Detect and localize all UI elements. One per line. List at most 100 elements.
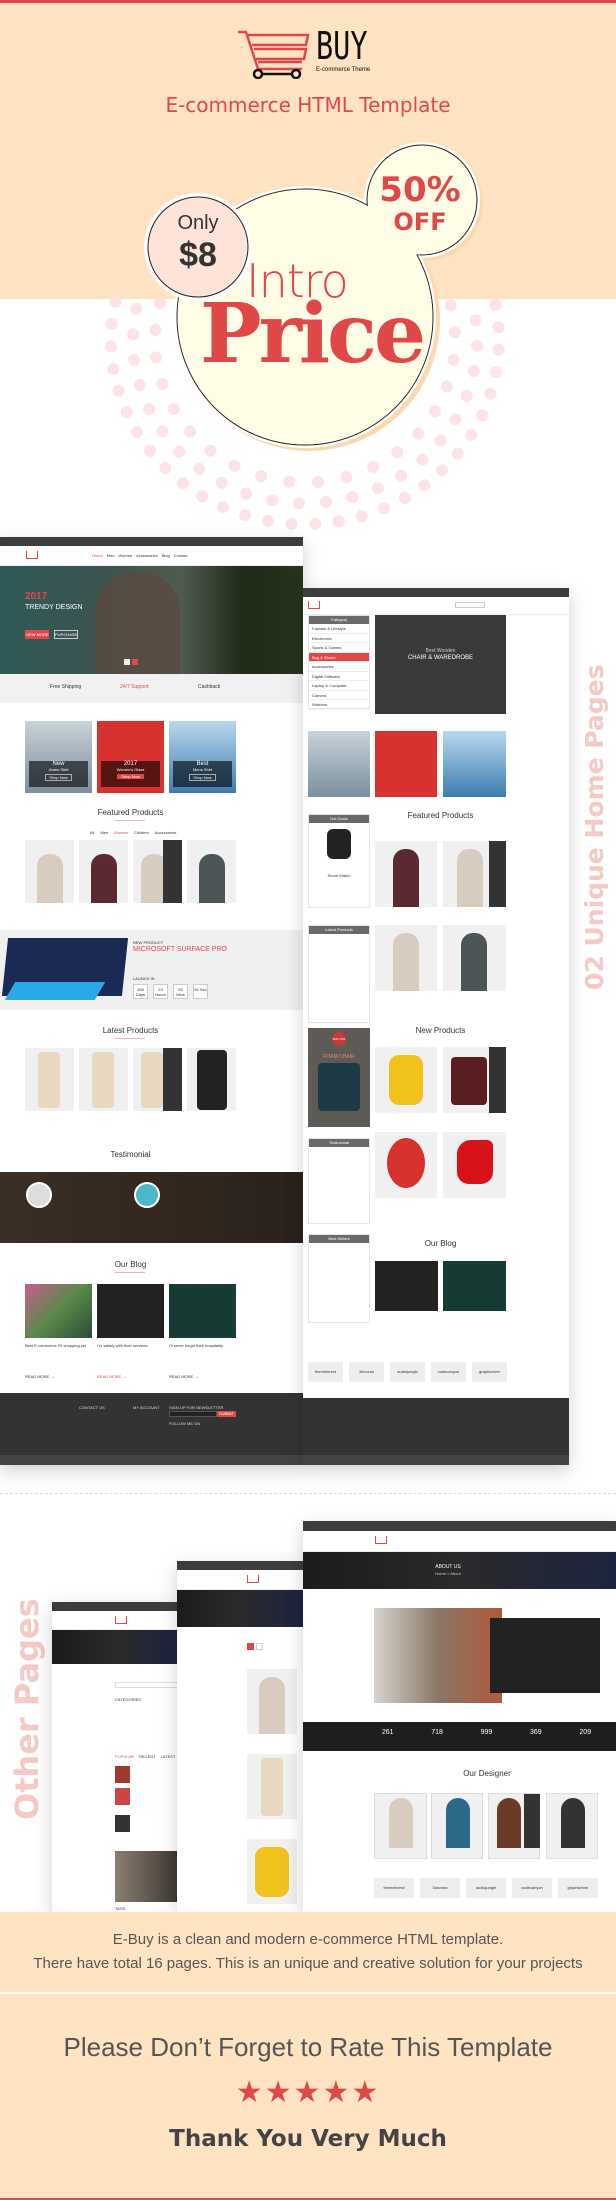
product-card[interactable] xyxy=(443,1047,506,1113)
blog-title[interactable]: I'm satisfy with their services xyxy=(97,1343,148,1348)
prev-arrow[interactable] xyxy=(124,659,130,665)
tab-latest[interactable]: LATEST xyxy=(161,1754,176,1759)
banner-jeans[interactable]: New Jeans Shirt Shop Now xyxy=(25,721,92,793)
decorative-dot xyxy=(492,343,505,356)
purchase-button[interactable]: PURCHASE xyxy=(54,630,78,639)
blog-title[interactable]: Best E-commerce Fit shopping yet xyxy=(25,1343,86,1348)
product-card[interactable] xyxy=(187,1048,236,1111)
newsletter-input[interactable] xyxy=(169,1411,217,1417)
banner-shirt[interactable] xyxy=(443,731,506,797)
product-card[interactable] xyxy=(375,841,437,907)
banner-shirt[interactable]: Best Mens Shirt Shop Now xyxy=(169,721,236,793)
view-more-button[interactable]: VIEW MORE xyxy=(25,630,49,639)
product-card[interactable] xyxy=(375,1132,437,1198)
post-thumbnail[interactable] xyxy=(115,1815,130,1832)
shop-now-button[interactable]: Shop Now xyxy=(117,774,144,779)
product-hover-actions[interactable] xyxy=(489,841,506,907)
foam-chair-banner[interactable]: 50% OFF FOAM CHAIR xyxy=(308,1028,370,1127)
product-card[interactable] xyxy=(187,840,236,903)
nav-men[interactable]: Men xyxy=(107,553,115,558)
shop-now-button[interactable]: Shop Now xyxy=(45,774,72,781)
tab-popular[interactable]: POPULAR xyxy=(115,1754,134,1759)
brand-logo[interactable]: themeforest xyxy=(308,1362,343,1382)
nav-accessories[interactable]: Accessories xyxy=(136,553,158,558)
category-item[interactable]: Laptop & Computer xyxy=(309,681,369,691)
blog-title[interactable]: I'll never forget their hospitality xyxy=(169,1343,223,1348)
read-more-link[interactable]: READ MORE → xyxy=(25,1374,54,1379)
banner-glass[interactable]: 2017 Women's Glass Shop Now xyxy=(97,721,164,793)
brand-logo[interactable]: graphicriver xyxy=(472,1362,507,1382)
nav-contact[interactable]: Contact xyxy=(174,553,188,558)
tab-children[interactable]: Children xyxy=(134,830,149,835)
product-card[interactable] xyxy=(79,1048,128,1111)
designer-card[interactable] xyxy=(546,1793,598,1859)
read-more-link[interactable]: READ MORE → xyxy=(97,1374,126,1379)
product-card[interactable] xyxy=(247,1839,297,1904)
product-card[interactable] xyxy=(133,840,182,903)
brand-logo[interactable]: themeforest xyxy=(374,1878,414,1898)
brand-logo[interactable]: 3docean xyxy=(420,1878,460,1898)
list-view-icon[interactable] xyxy=(256,1643,263,1650)
product-card[interactable] xyxy=(247,1669,297,1734)
brand-logo[interactable]: audiojungle xyxy=(466,1878,506,1898)
blog-image[interactable] xyxy=(443,1261,506,1311)
nav-blog[interactable]: Blog xyxy=(162,553,170,558)
nav-women[interactable]: Women xyxy=(118,553,132,558)
category-item[interactable]: Fashion & Lifestyle xyxy=(309,624,369,634)
nav-home[interactable]: Home xyxy=(92,553,103,558)
video-thumbnail[interactable] xyxy=(115,1851,180,1902)
product-card[interactable] xyxy=(443,1132,506,1198)
category-item[interactable]: Digital Software xyxy=(309,672,369,681)
tab-women[interactable]: Women xyxy=(114,830,128,835)
product-card[interactable] xyxy=(375,925,437,991)
social-hover-actions[interactable] xyxy=(524,1794,540,1848)
search-input[interactable] xyxy=(115,1682,180,1688)
tab-accessories[interactable]: Accessories xyxy=(155,830,177,835)
post-thumbnail[interactable] xyxy=(115,1766,130,1783)
product-card[interactable] xyxy=(133,1048,182,1111)
read-more-link[interactable]: READ MORE → xyxy=(169,1374,198,1379)
tab-all[interactable]: All xyxy=(90,830,94,835)
category-item[interactable]: Accessories xyxy=(309,662,369,672)
designer-card[interactable] xyxy=(488,1793,540,1859)
product-card[interactable] xyxy=(247,1754,297,1819)
shop-now-button[interactable]: Shop Now xyxy=(189,774,216,781)
search-input[interactable] xyxy=(455,602,485,608)
submit-button[interactable]: SUBMIT xyxy=(217,1411,236,1417)
featured-heading: Featured Products xyxy=(97,808,164,817)
grid-view-icon[interactable] xyxy=(247,1643,254,1650)
designer-card[interactable] xyxy=(374,1793,427,1859)
product-card[interactable] xyxy=(25,840,74,903)
tab-men[interactable]: Men xyxy=(100,830,108,835)
category-item[interactable]: Sports & Games xyxy=(309,643,369,653)
product-card[interactable] xyxy=(79,840,128,903)
product-card[interactable] xyxy=(443,841,506,907)
category-item[interactable]: Bag & Shoes xyxy=(309,652,369,662)
blog-image[interactable] xyxy=(97,1284,164,1338)
brand-logo[interactable]: audiojungle xyxy=(390,1362,425,1382)
brand-logo[interactable]: 3docean xyxy=(349,1362,384,1382)
product-card[interactable] xyxy=(375,1047,437,1113)
brand-logo[interactable]: codecanyon xyxy=(512,1878,552,1898)
banner-jeans[interactable] xyxy=(308,731,370,797)
blog-image[interactable] xyxy=(25,1284,92,1338)
category-item[interactable]: Watches xyxy=(309,700,369,710)
brand-logo[interactable]: graphicriver xyxy=(558,1878,598,1898)
post-thumbnail[interactable] xyxy=(115,1788,130,1805)
product-hover-actions[interactable] xyxy=(489,1047,506,1113)
product-card[interactable] xyxy=(443,925,506,991)
category-item[interactable]: Electronics xyxy=(309,634,369,643)
product-hover-actions[interactable] xyxy=(163,1048,182,1111)
product-card[interactable] xyxy=(25,1048,74,1111)
countdown-hours: 23 Hours xyxy=(153,984,168,999)
product-hover-actions[interactable] xyxy=(163,840,182,903)
blog-image[interactable] xyxy=(375,1261,438,1311)
blog-image[interactable] xyxy=(169,1284,236,1338)
next-arrow[interactable] xyxy=(132,659,138,665)
site-header: Home Men Women Accessories Blog Contact xyxy=(0,546,303,566)
brand-logo[interactable]: codecanyon xyxy=(431,1362,466,1382)
banner-glass[interactable] xyxy=(375,731,437,797)
designer-card[interactable] xyxy=(431,1793,483,1859)
category-item[interactable]: Camera xyxy=(309,691,369,700)
tab-recent[interactable]: RECENT xyxy=(139,1754,155,1759)
